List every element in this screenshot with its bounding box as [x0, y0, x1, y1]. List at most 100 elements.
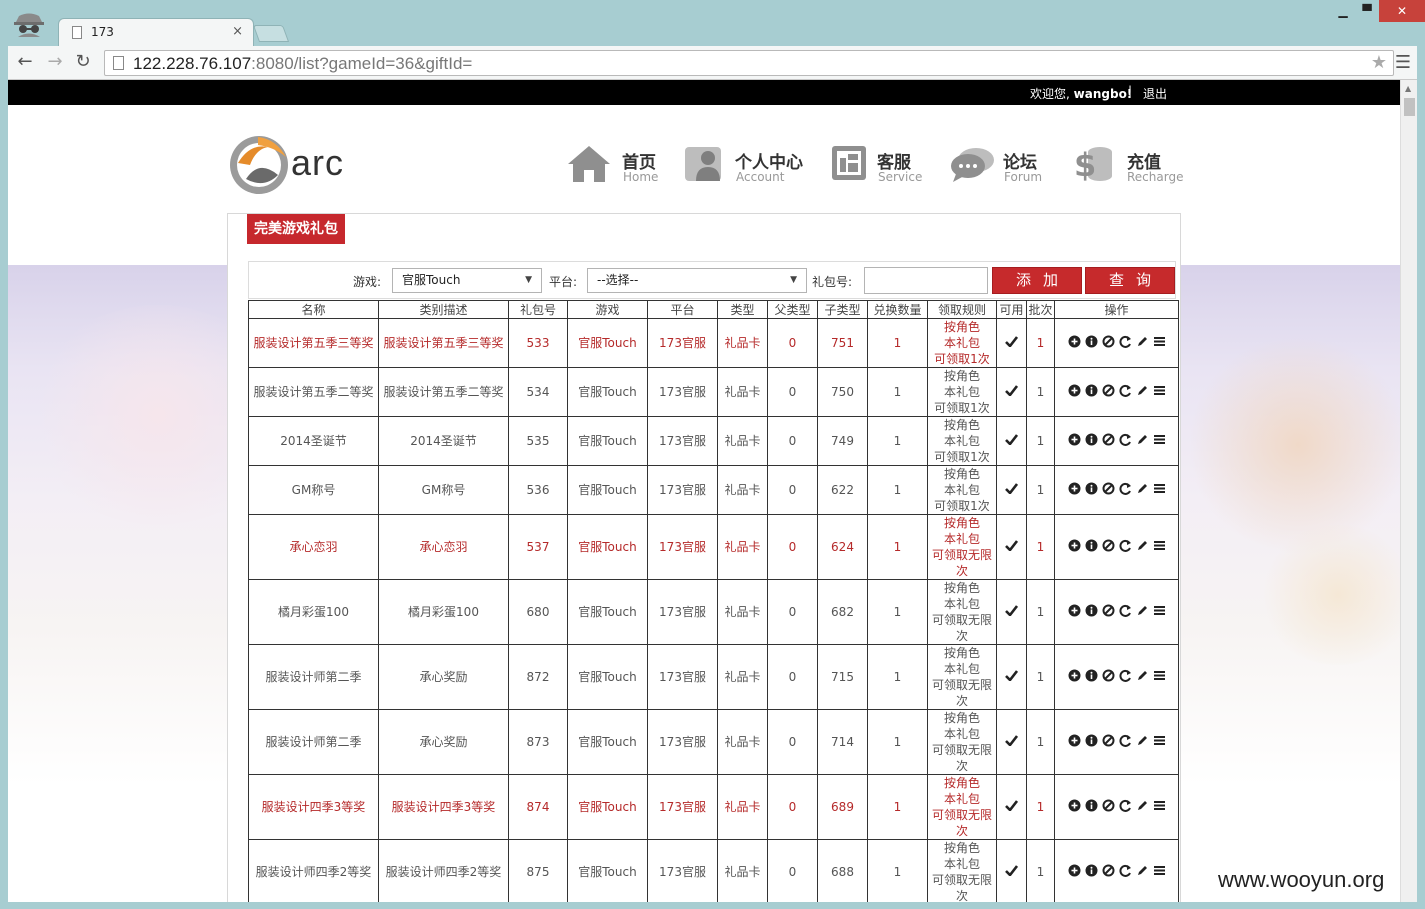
cell-batch: 1 — [1026, 709, 1055, 775]
new-tab-button[interactable] — [252, 25, 290, 42]
list-icon[interactable] — [1153, 384, 1166, 397]
edit-pencil-icon[interactable] — [1136, 539, 1149, 552]
ban-icon[interactable] — [1102, 433, 1115, 446]
list-icon[interactable] — [1153, 433, 1166, 446]
query-button[interactable]: 查询 — [1085, 267, 1175, 294]
info-circle-icon[interactable] — [1085, 604, 1098, 617]
edit-pencil-icon[interactable] — [1136, 669, 1149, 682]
game-select[interactable]: 官服Touch ▼ — [392, 268, 542, 293]
header-description: 类别描述 — [378, 300, 509, 319]
add-button[interactable]: 添加 — [992, 267, 1082, 294]
gift-number-input[interactable] — [864, 267, 988, 294]
minimize-button[interactable]: ▁ — [1331, 0, 1355, 22]
info-circle-icon[interactable] — [1085, 669, 1098, 682]
reload-icon[interactable]: ↻ — [72, 51, 94, 73]
edit-pencil-icon[interactable] — [1136, 734, 1149, 747]
platform-select[interactable]: --选择-- ▼ — [587, 268, 807, 293]
scroll-up-icon[interactable]: ▲ — [1405, 84, 1411, 93]
ban-icon[interactable] — [1102, 482, 1115, 495]
info-circle-icon[interactable] — [1085, 799, 1098, 812]
edit-pencil-icon[interactable] — [1136, 799, 1149, 812]
refresh-icon[interactable] — [1118, 335, 1132, 348]
add-circle-icon[interactable] — [1068, 669, 1081, 682]
info-circle-icon[interactable] — [1085, 384, 1098, 397]
address-bar[interactable]: 122.228.76.107:8080/list?gameId=36&giftI… — [104, 50, 1394, 76]
refresh-icon[interactable] — [1118, 433, 1132, 446]
edit-pencil-icon[interactable] — [1136, 433, 1149, 446]
nav-recharge[interactable]: $ 充值 Recharge — [1072, 144, 1184, 188]
add-circle-icon[interactable] — [1068, 539, 1081, 552]
nav-service[interactable]: 客服 Service — [830, 144, 930, 188]
ban-icon[interactable] — [1102, 669, 1115, 682]
edit-pencil-icon[interactable] — [1136, 604, 1149, 617]
ban-icon[interactable] — [1102, 799, 1115, 812]
info-circle-icon[interactable] — [1085, 335, 1098, 348]
cell-child-type: 750 — [817, 367, 868, 417]
forum-icon — [951, 148, 994, 182]
list-icon[interactable] — [1153, 604, 1166, 617]
list-icon[interactable] — [1153, 734, 1166, 747]
back-arrow-icon[interactable]: ← — [14, 51, 36, 73]
nav-recharge-sublabel: Recharge — [1127, 170, 1184, 184]
add-circle-icon[interactable] — [1068, 799, 1081, 812]
check-icon — [1005, 735, 1019, 747]
check-icon — [1005, 605, 1019, 617]
list-icon[interactable] — [1153, 335, 1166, 348]
list-icon[interactable] — [1153, 539, 1166, 552]
ban-icon[interactable] — [1102, 864, 1115, 877]
add-circle-icon[interactable] — [1068, 864, 1081, 877]
cell-gift-number: 875 — [508, 839, 568, 902]
ban-icon[interactable] — [1102, 539, 1115, 552]
info-circle-icon[interactable] — [1085, 864, 1098, 877]
refresh-icon[interactable] — [1118, 539, 1132, 552]
cell-quantity: 1 — [867, 579, 928, 645]
ban-icon[interactable] — [1102, 335, 1115, 348]
add-circle-icon[interactable] — [1068, 335, 1081, 348]
info-circle-icon[interactable] — [1085, 539, 1098, 552]
list-icon[interactable] — [1153, 864, 1166, 877]
edit-pencil-icon[interactable] — [1136, 384, 1149, 397]
refresh-icon[interactable] — [1118, 604, 1132, 617]
add-circle-icon[interactable] — [1068, 384, 1081, 397]
add-circle-icon[interactable] — [1068, 482, 1081, 495]
edit-pencil-icon[interactable] — [1136, 482, 1149, 495]
logout-link[interactable]: 退出 — [1143, 85, 1167, 102]
forward-arrow-icon[interactable]: → — [44, 51, 66, 73]
ban-icon[interactable] — [1102, 734, 1115, 747]
refresh-icon[interactable] — [1118, 669, 1132, 682]
edit-pencil-icon[interactable] — [1136, 864, 1149, 877]
cell-available — [996, 514, 1027, 580]
list-icon[interactable] — [1153, 482, 1166, 495]
refresh-icon[interactable] — [1118, 482, 1132, 495]
edit-pencil-icon[interactable] — [1136, 335, 1149, 348]
scrollbar-thumb[interactable] — [1404, 98, 1415, 116]
tab-close-icon[interactable]: × — [232, 24, 243, 39]
ban-icon[interactable] — [1102, 384, 1115, 397]
add-circle-icon[interactable] — [1068, 433, 1081, 446]
maximize-button[interactable]: ▀ — [1355, 0, 1379, 22]
bookmark-star-icon[interactable]: ★ — [1371, 52, 1387, 73]
list-icon[interactable] — [1153, 669, 1166, 682]
close-window-button[interactable]: ✕ — [1379, 0, 1425, 22]
info-circle-icon[interactable] — [1085, 482, 1098, 495]
browser-menu-icon[interactable]: ☰ — [1395, 52, 1411, 73]
refresh-icon[interactable] — [1118, 799, 1132, 812]
vertical-scrollbar[interactable]: ▲ — [1400, 80, 1417, 902]
add-circle-icon[interactable] — [1068, 734, 1081, 747]
info-circle-icon[interactable] — [1085, 433, 1098, 446]
add-circle-icon[interactable] — [1068, 604, 1081, 617]
nav-forum[interactable]: 论坛 Forum — [950, 144, 1050, 188]
cell-available — [996, 465, 1027, 515]
rule-line: 可领取无限 — [931, 678, 992, 692]
nav-account-sublabel: Account — [736, 170, 785, 184]
nav-home[interactable]: 首页 Home — [566, 144, 666, 188]
refresh-icon[interactable] — [1118, 384, 1132, 397]
list-icon[interactable] — [1153, 799, 1166, 812]
refresh-icon[interactable] — [1118, 734, 1132, 747]
refresh-icon[interactable] — [1118, 864, 1132, 877]
ban-icon[interactable] — [1102, 604, 1115, 617]
nav-account[interactable]: 个人中心 Account — [684, 144, 814, 188]
cell-child-type: 715 — [817, 644, 868, 710]
info-circle-icon[interactable] — [1085, 734, 1098, 747]
browser-tab[interactable]: 173 × — [58, 18, 254, 46]
